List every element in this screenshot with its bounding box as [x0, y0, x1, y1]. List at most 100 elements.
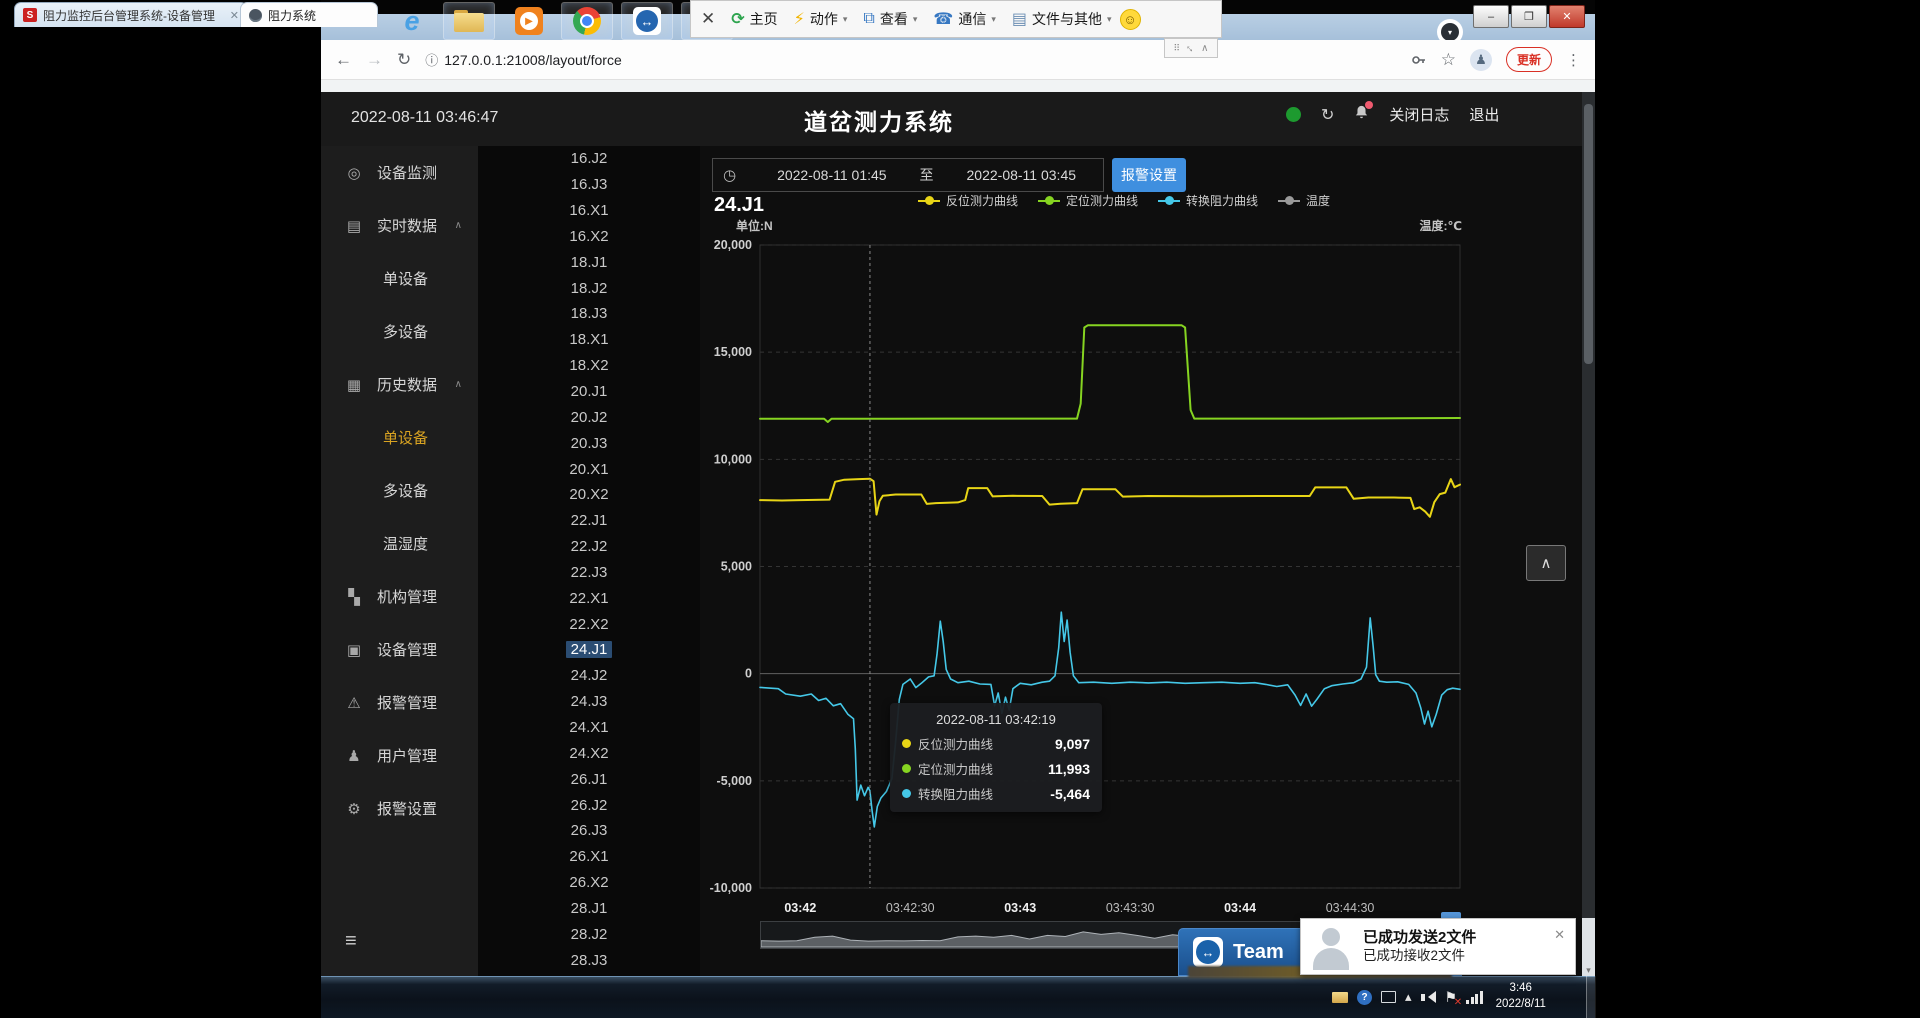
taskbar-teamviewer[interactable]: ↔	[621, 2, 673, 40]
show-hidden-icons[interactable]: ▴	[1405, 989, 1412, 1005]
back-to-top-button[interactable]: ∧	[1526, 545, 1566, 581]
device-item[interactable]: 28.J3	[478, 947, 700, 973]
comm-icon: ☎	[933, 9, 953, 29]
toolbar-item-通信[interactable]: ☎通信▾	[933, 9, 995, 29]
device-item[interactable]: 26.J3	[478, 818, 700, 844]
avatar[interactable]: ♟	[1470, 49, 1492, 71]
sidebar-item-机构管理[interactable]: ▚机构管理	[321, 570, 478, 623]
minimize-button[interactable]: –	[1473, 5, 1509, 28]
sidebar-item-多设备[interactable]: 多设备	[321, 464, 478, 517]
device-item[interactable]: 18.J2	[478, 275, 700, 301]
logout-button[interactable]: 退出	[1469, 104, 1499, 125]
device-item[interactable]: 18.X2	[478, 353, 700, 379]
smiley-icon[interactable]: ☺	[1120, 9, 1141, 30]
device-item[interactable]: 26.X2	[478, 870, 700, 896]
tray-folder-icon[interactable]	[1332, 992, 1348, 1003]
sidebar-item-单设备[interactable]: 单设备	[321, 252, 478, 305]
device-item[interactable]: 18.J3	[478, 301, 700, 327]
info-icon[interactable]: ⓘ	[425, 50, 438, 69]
sidebar-item-报警管理[interactable]: ⚠报警管理	[321, 676, 478, 729]
sidebar-item-历史数据[interactable]: ▦历史数据∧	[321, 358, 478, 411]
legend-item-温度[interactable]: 温度	[1278, 192, 1330, 209]
tab-admin-system[interactable]: S 阻力监控后台管理系统-设备管理 ✕	[14, 2, 248, 27]
show-desktop-button[interactable]	[1586, 976, 1596, 1018]
legend-item-定位测力曲线[interactable]: 定位测力曲线	[1038, 192, 1138, 209]
toolbar-item-动作[interactable]: ⚡动作▾	[794, 9, 848, 29]
device-item[interactable]: 16.J2	[478, 146, 700, 172]
taskbar-clock[interactable]: 3:46 2022/8/11	[1496, 981, 1546, 1012]
toolbar-item-查看[interactable]: ⧉查看▾	[863, 9, 917, 29]
sidebar-item-单设备[interactable]: 单设备	[321, 411, 478, 464]
toolbar-item-文件与其他[interactable]: ▤文件与其他▾	[1012, 9, 1112, 29]
sidebar-item-多设备[interactable]: 多设备	[321, 305, 478, 358]
device-item[interactable]: 28.J1	[478, 895, 700, 921]
legend-item-反位测力曲线[interactable]: 反位测力曲线	[918, 192, 1018, 209]
sidebar-item-设备管理[interactable]: ▣设备管理	[321, 623, 478, 676]
device-item[interactable]: 22.J2	[478, 534, 700, 560]
sidebar-item-用户管理[interactable]: ♟用户管理	[321, 729, 478, 782]
taskbar-media-player[interactable]: ▶	[503, 2, 555, 40]
update-button[interactable]: 更新	[1506, 47, 1552, 72]
help-icon[interactable]: ?	[1357, 990, 1372, 1005]
device-item[interactable]: 20.J3	[478, 430, 700, 456]
range-end[interactable]: 2022-08-11 03:45	[940, 167, 1103, 183]
device-item[interactable]: 16.X2	[478, 224, 700, 250]
toolbar-item-主页[interactable]: ⟳主页	[731, 9, 777, 29]
key-icon[interactable]	[1411, 52, 1427, 68]
menu-dots-icon[interactable]: ⋮	[1566, 51, 1581, 69]
hamburger-icon[interactable]: ≡	[345, 930, 357, 953]
network-icon[interactable]	[1466, 991, 1483, 1004]
refresh-icon[interactable]: ↻	[1321, 105, 1334, 125]
close-log-button[interactable]: 关闭日志	[1389, 104, 1449, 125]
device-item[interactable]: 24.X2	[478, 740, 700, 766]
device-item[interactable]: 20.X2	[478, 482, 700, 508]
device-item[interactable]: 18.X1	[478, 327, 700, 353]
device-item[interactable]: 26.X1	[478, 844, 700, 870]
device-item[interactable]: 22.X1	[478, 585, 700, 611]
device-item[interactable]: 28.J2	[478, 921, 700, 947]
toolbar-close-icon[interactable]: ✕	[701, 9, 715, 29]
url-text[interactable]: 127.0.0.1:21008/layout/force	[444, 52, 1410, 68]
taskbar-ie[interactable]: e	[386, 2, 438, 40]
tab-force-system[interactable]: 阻力系统	[240, 2, 378, 27]
close-window-button[interactable]: ✕	[1549, 5, 1585, 28]
device-item[interactable]: 26.J2	[478, 792, 700, 818]
tab-close-icon[interactable]: ✕	[230, 9, 239, 22]
device-item[interactable]: 20.J2	[478, 404, 700, 430]
toolbar-mini-controls[interactable]: ⠿ ↔ ∧	[1164, 38, 1218, 58]
device-item[interactable]: 20.J1	[478, 379, 700, 405]
device-item[interactable]: 24.J3	[478, 689, 700, 715]
tray-window-icon[interactable]	[1381, 991, 1396, 1003]
device-item[interactable]: 22.J3	[478, 560, 700, 586]
device-item[interactable]: 26.J1	[478, 766, 700, 792]
volume-icon[interactable]	[1421, 991, 1436, 1003]
action-center-flag-icon[interactable]: ⚑✕	[1445, 989, 1458, 1006]
alarm-settings-button[interactable]: 报警设置	[1112, 158, 1186, 192]
maximize-button[interactable]: ❐	[1511, 5, 1547, 28]
device-item[interactable]: 24.J2	[478, 663, 700, 689]
bell-icon[interactable]	[1354, 104, 1369, 125]
legend-item-转换阻力曲线[interactable]: 转换阻力曲线	[1158, 192, 1258, 209]
reload-icon[interactable]: ↻	[397, 50, 411, 70]
sidebar-item-温湿度[interactable]: 温湿度	[321, 517, 478, 570]
force-chart[interactable]: 20,00015,00010,0005,0000-5,000-10,00003:…	[700, 235, 1475, 925]
device-item[interactable]: 18.J1	[478, 249, 700, 275]
scrollbar-bottom-segment[interactable]: ▾	[1582, 918, 1595, 976]
device-item[interactable]: 22.X2	[478, 611, 700, 637]
device-item[interactable]: 20.X1	[478, 456, 700, 482]
file-transfer-notification[interactable]: 已成功发送2文件 已成功接收2文件 ✕	[1300, 918, 1576, 975]
device-item[interactable]: 24.J1	[478, 637, 700, 663]
notification-close-icon[interactable]: ✕	[1554, 927, 1565, 943]
star-icon[interactable]: ☆	[1441, 50, 1456, 70]
taskbar-chrome[interactable]	[561, 2, 613, 40]
taskbar-explorer[interactable]	[443, 2, 495, 40]
device-item[interactable]: 24.X1	[478, 715, 700, 741]
scrollbar-thumb[interactable]	[1584, 104, 1593, 364]
range-start[interactable]: 2022-08-11 01:45	[750, 167, 913, 183]
date-range-picker[interactable]: ◷ 2022-08-11 01:45 至 2022-08-11 03:45	[712, 158, 1104, 192]
forward-icon[interactable]: →	[366, 50, 383, 70]
back-icon[interactable]: ←	[335, 50, 352, 70]
device-item[interactable]: 22.J1	[478, 508, 700, 534]
browser-toolbar: ← → ↻ ⓘ 127.0.0.1:21008/layout/force ☆ ♟…	[321, 40, 1595, 80]
sidebar-item-报警设置[interactable]: ⚙报警设置	[321, 782, 478, 835]
